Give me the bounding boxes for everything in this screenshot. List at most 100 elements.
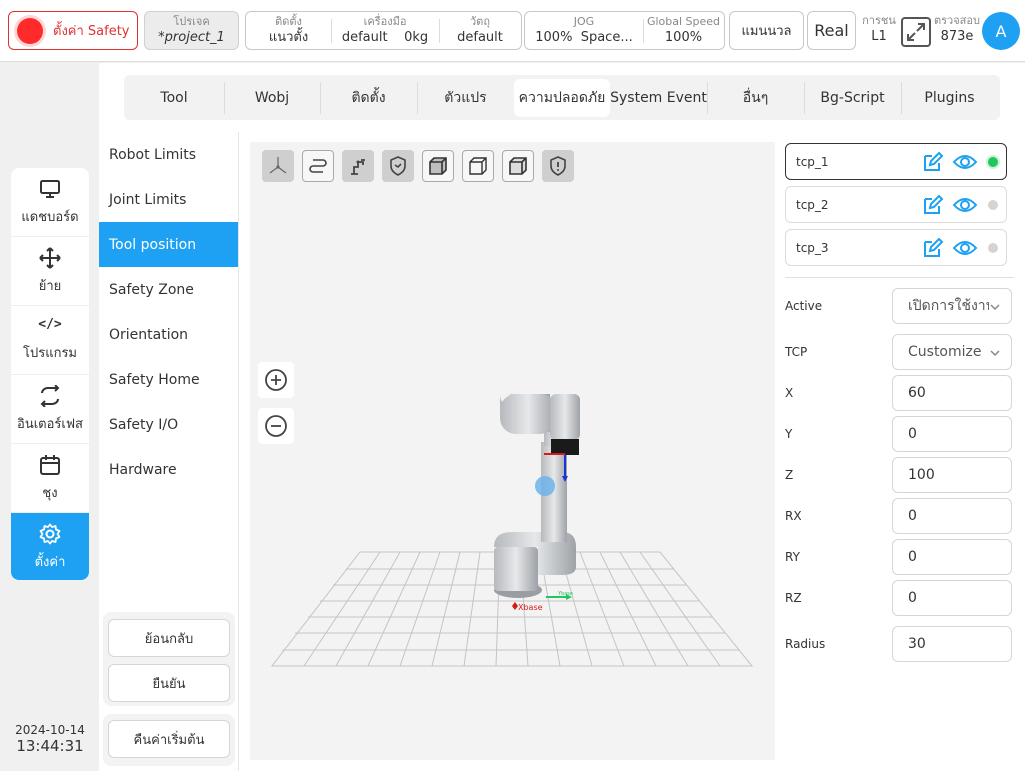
tab-plugins[interactable]: Plugins bbox=[901, 79, 998, 117]
calendar-icon bbox=[40, 454, 60, 475]
nav-item-settings[interactable]: ตั้งค่า bbox=[11, 513, 89, 580]
tab-bg-script[interactable]: Bg-Script bbox=[804, 79, 901, 117]
active-select[interactable]: เปิดการใช้งาน bbox=[892, 288, 1012, 324]
tab-install[interactable]: ติดตั้ง bbox=[320, 79, 417, 117]
nav-label: โปรแกรม bbox=[22, 346, 78, 361]
nav-label: อินเตอร์เฟส bbox=[17, 416, 83, 432]
z-label: Z bbox=[785, 468, 794, 482]
tcp-status-dot-inactive bbox=[988, 200, 998, 210]
manual-mode-button[interactable]: แมนนวล bbox=[729, 11, 804, 50]
tcp-select-value: Customize bbox=[908, 344, 982, 360]
jog-mode: Space... bbox=[580, 30, 633, 45]
install-group: ติดตั้ง แนวตั้ง bbox=[246, 12, 331, 49]
chevron-down-icon bbox=[989, 301, 1001, 313]
tab-tool[interactable]: Tool bbox=[124, 79, 224, 117]
rz-input[interactable]: 0 bbox=[892, 580, 1012, 616]
z-input[interactable]: 100 bbox=[892, 457, 1012, 493]
nav-item-program[interactable]: </> โปรแกรม bbox=[11, 306, 89, 375]
tcp-list-item[interactable]: tcp_2 bbox=[785, 186, 1007, 223]
tcp-actions bbox=[922, 195, 998, 215]
global-speed-label: Global Speed bbox=[646, 15, 721, 28]
tab-other[interactable]: อื่นๆ bbox=[707, 79, 804, 117]
x-label: X bbox=[785, 386, 794, 400]
subnav-safety-zone[interactable]: Safety Zone bbox=[99, 267, 238, 312]
ry-label: RY bbox=[785, 550, 800, 564]
rx-input[interactable]: 0 bbox=[892, 498, 1012, 534]
safety-status-dot bbox=[17, 17, 43, 44]
radius-input[interactable]: 30 bbox=[892, 626, 1012, 662]
jog-label: JOG bbox=[573, 15, 595, 28]
user-avatar[interactable]: A bbox=[982, 12, 1020, 50]
edit-icon[interactable] bbox=[922, 195, 944, 215]
active-select-value: เปิดการใช้งาน bbox=[908, 298, 996, 314]
top-bar: ตั้งค่า Safety โปรเจค *project_1 ติดตั้ง… bbox=[0, 0, 1025, 62]
installation-selector[interactable]: ติดตั้ง แนวตั้ง เครื่องมือ default 0kg ว… bbox=[245, 11, 522, 50]
tcp-name: tcp_1 bbox=[796, 154, 829, 169]
tcp-actions bbox=[922, 238, 998, 258]
eye-icon[interactable] bbox=[952, 195, 978, 215]
reset-defaults-button[interactable]: คืนค่าเริ่มต้น bbox=[108, 720, 230, 758]
project-selector[interactable]: โปรเจค *project_1 bbox=[144, 11, 239, 50]
nav-item-move[interactable]: ย้าย bbox=[11, 237, 89, 306]
checksum-label: ตรวจสอบ bbox=[934, 14, 980, 27]
project-label: โปรเจค bbox=[173, 15, 210, 28]
edit-icon[interactable] bbox=[922, 152, 944, 172]
move-icon bbox=[39, 246, 61, 269]
nav-item-dashboard[interactable]: แดชบอร์ด bbox=[11, 168, 89, 237]
tcp-list-item[interactable]: tcp_1 bbox=[785, 143, 1007, 180]
material-group: วัตถุ default bbox=[439, 12, 521, 49]
robot-3d-viewport[interactable]: Xbase Ybase bbox=[250, 142, 775, 760]
radius-label: Radius bbox=[785, 637, 826, 651]
safety-settings-button[interactable]: ตั้งค่า Safety bbox=[8, 11, 138, 50]
nav-label: ย้าย bbox=[38, 278, 62, 294]
tab-variables[interactable]: ตัวแปร bbox=[417, 79, 514, 117]
subnav-tool-position[interactable]: Tool position bbox=[99, 222, 238, 267]
tool-weight: 0kg bbox=[404, 30, 429, 45]
nav-label: ชุง bbox=[42, 485, 58, 501]
tcp-select[interactable]: Customize bbox=[892, 334, 1012, 370]
main-nav: แดชบอร์ด ย้าย </> โปรแกรม อินเตอร์เฟส ชุ… bbox=[11, 168, 89, 580]
subnav-safety-io[interactable]: Safety I/O bbox=[99, 402, 238, 447]
install-value: แนวตั้ง bbox=[268, 30, 309, 45]
y-input[interactable]: 0 bbox=[892, 416, 1012, 452]
jog-value: 100% bbox=[535, 30, 573, 45]
subnav-safety-home[interactable]: Safety Home bbox=[99, 357, 238, 402]
x-input[interactable]: 60 bbox=[892, 375, 1012, 411]
jog-speed-selector[interactable]: JOG 100% Space... Global Speed 100% bbox=[524, 11, 725, 50]
tcp-status-dot-inactive bbox=[988, 243, 998, 253]
real-mode-button[interactable]: Real bbox=[807, 11, 856, 50]
confirm-button[interactable]: ยืนยัน bbox=[108, 664, 230, 702]
eye-icon[interactable] bbox=[952, 152, 978, 172]
tcp-name: tcp_2 bbox=[796, 197, 829, 212]
edit-icon[interactable] bbox=[922, 238, 944, 258]
tool-label: เครื่องมือ bbox=[363, 15, 407, 28]
nav-item-interface[interactable]: อินเตอร์เฟส bbox=[11, 375, 89, 444]
chevron-down-icon bbox=[990, 350, 1000, 357]
tab-wobj[interactable]: Wobj bbox=[224, 79, 320, 117]
subnav-orientation[interactable]: Orientation bbox=[99, 312, 238, 357]
tab-system-event[interactable]: System Event bbox=[610, 79, 707, 117]
panel-divider bbox=[785, 277, 1014, 278]
eye-icon[interactable] bbox=[952, 238, 978, 258]
expand-icon[interactable] bbox=[901, 17, 931, 47]
y-axis-label: Ybase bbox=[557, 591, 573, 597]
swap-icon bbox=[40, 384, 60, 407]
tab-safety[interactable]: ความปลอดภัย bbox=[514, 78, 610, 117]
tool-value: default bbox=[341, 30, 388, 45]
collision-level[interactable]: การชน L1 bbox=[860, 14, 898, 45]
safety-subnav: Robot Limits Joint Limits Tool position … bbox=[99, 132, 239, 771]
subnav-robot-limits[interactable]: Robot Limits bbox=[99, 132, 238, 177]
back-button[interactable]: ย้อนกลับ bbox=[108, 619, 230, 657]
tool-value-row: default 0kg bbox=[331, 29, 439, 46]
collision-value: L1 bbox=[871, 29, 887, 44]
material-label: วัตถุ bbox=[470, 15, 490, 28]
nav-label: ตั้งค่า bbox=[34, 555, 66, 570]
subnav-joint-limits[interactable]: Joint Limits bbox=[99, 177, 238, 222]
ry-input[interactable]: 0 bbox=[892, 539, 1012, 575]
tcp-list-item[interactable]: tcp_3 bbox=[785, 229, 1007, 266]
material-value: default bbox=[457, 30, 503, 45]
active-label: Active bbox=[785, 299, 823, 313]
subnav-hardware[interactable]: Hardware bbox=[99, 447, 238, 492]
nav-item-schedule[interactable]: ชุง bbox=[11, 444, 89, 513]
project-name: *project_1 bbox=[158, 30, 225, 45]
